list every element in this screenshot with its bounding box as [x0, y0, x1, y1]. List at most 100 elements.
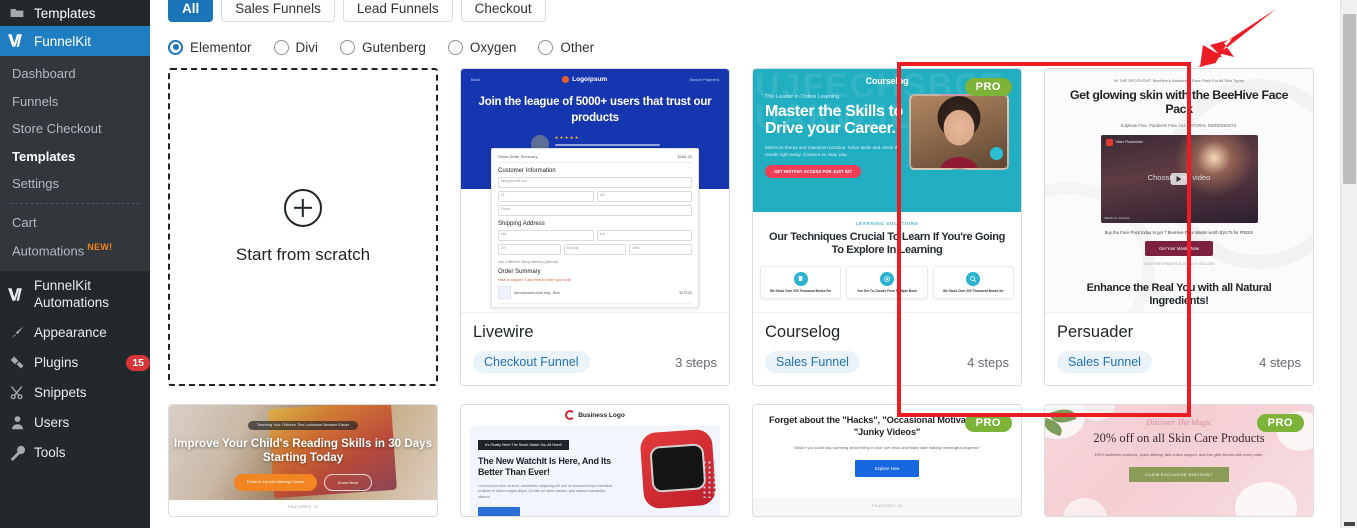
ps-secure-note: YOUR INFORMATION IS 100% SECURE: [1143, 261, 1215, 266]
watch-face: [649, 443, 707, 493]
sidebar-item-users[interactable]: Users: [0, 408, 150, 438]
lw-subtotal-label: Subtotal: [498, 307, 511, 308]
template-thumbnail-reading: Teaching Your Children This Lockdown Bec…: [169, 405, 437, 516]
lw-headline: Join the league of 5000+ users that trus…: [478, 96, 712, 124]
scrollbar-down-arrow[interactable]: [1344, 522, 1355, 526]
wrench-icon: [8, 444, 26, 462]
radio-dot-icon: [340, 39, 356, 55]
lw-back-label: Back: [471, 77, 480, 82]
folder-icon: [8, 4, 26, 22]
tab-checkout[interactable]: Checkout: [460, 0, 546, 22]
steps-count: 4 steps: [967, 354, 1009, 370]
sidebar-item-templates[interactable]: Templates: [0, 143, 150, 171]
radio-other[interactable]: Other: [538, 39, 595, 55]
tab-sales-funnels[interactable]: Sales Funnels: [221, 0, 335, 22]
target-icon: [879, 271, 894, 286]
template-card-livewire[interactable]: Back Logoipsum Secure Payment Join the l…: [460, 68, 730, 386]
radio-oxygen[interactable]: Oxygen: [447, 39, 516, 55]
sidebar-label: FunnelKit Automations: [34, 278, 110, 311]
lw-item-price: $175.31: [679, 290, 692, 295]
card-title: Livewire: [473, 323, 534, 341]
plugins-count-badge: 15: [126, 354, 150, 371]
card-footer: Courselog Sales Funnel 4 steps: [753, 312, 1021, 385]
tab-lead-funnels[interactable]: Lead Funnels: [342, 0, 453, 22]
template-card-courselog[interactable]: PRO UJFECHSBCTUAKWJLGDF Courselog The Le…: [752, 68, 1022, 386]
radio-label: Other: [560, 39, 595, 55]
template-thumbnail-persuader: IN THE SPOTLIGHT: BeeHive's Nourishing F…: [1045, 69, 1313, 312]
feature-text: We Stock Over 200 Thousand Books for: [943, 288, 1004, 293]
pro-badge: PRO: [964, 78, 1012, 96]
ps-video-footer: Watch on YouTube: [1104, 215, 1130, 220]
sidebar-item-funnelkit[interactable]: FunnelKit: [0, 26, 150, 56]
sidebar-item-templates-top[interactable]: Templates: [0, 0, 150, 26]
sidebar-item-funnels[interactable]: Funnels: [0, 88, 150, 116]
search-icon: [966, 271, 981, 286]
lw-item-name: Aerodynamic chair bag - Blue: [514, 290, 560, 295]
funnelkit-logo: [8, 33, 26, 49]
radio-label: Elementor: [190, 39, 252, 55]
start-from-scratch-card[interactable]: Start from scratch: [168, 68, 438, 386]
video-placeholder: Video Placeholder Choose your video Watc…: [1100, 134, 1258, 223]
bt4-paragraph: 100% authentic products, quick delivery,…: [1094, 452, 1264, 457]
sidebar-item-dashboard[interactable]: Dashboard: [0, 60, 150, 88]
sidebar-item-appearance[interactable]: Appearance: [0, 318, 150, 348]
vertical-scrollbar[interactable]: [1340, 0, 1357, 528]
decorative-blob: [1235, 482, 1297, 516]
sidebar-automations-label: Automations: [12, 243, 85, 259]
cl-cta-button: GET INSTANT ACCESS FOR JUST $27: [765, 164, 862, 178]
paintbrush-icon: [8, 324, 26, 342]
template-card-watch[interactable]: Business Logo It's Finally Here! The Sma…: [460, 404, 730, 517]
sidebar-item-funnelkit-automations[interactable]: FunnelKit Automations: [0, 271, 150, 318]
lw-phone-field: Phone: [498, 205, 692, 216]
scrollbar-thumb[interactable]: [1343, 14, 1356, 184]
bt1-secondary-button: Know More: [323, 473, 373, 491]
sidebar-item-automations[interactable]: Automations NEW!: [0, 236, 150, 265]
lw-order-total: $184.33: [677, 154, 692, 159]
feature-card: We Stock Over 200 Thousand Books For: [760, 265, 842, 299]
star-rating-icon: ★★★★★: [554, 135, 580, 141]
card-title: Persuader: [1057, 323, 1134, 341]
wordpress-admin-screen: Templates FunnelKit Dashboard Funnels St…: [0, 0, 1357, 528]
sidebar-item-snippets[interactable]: Snippets: [0, 378, 150, 408]
lw-last-name-field: WB: [596, 191, 692, 202]
bt2-button: [478, 506, 520, 516]
sidebar-item-settings[interactable]: Settings: [0, 170, 150, 198]
lw-order-summary: Show Order Summary: [498, 154, 538, 159]
tab-all[interactable]: All: [168, 0, 214, 22]
bt2-paragraph: Lorem ipsum dolor sit amet, consectetur …: [478, 483, 613, 500]
template-card-reading[interactable]: Teaching Your Children This Lockdown Bec…: [168, 404, 438, 517]
radio-elementor[interactable]: Elementor: [168, 39, 252, 55]
sidebar-item-cart[interactable]: Cart: [0, 209, 150, 237]
sidebar-item-store-checkout[interactable]: Store Checkout: [0, 115, 150, 143]
sidebar-label: Snippets: [34, 385, 87, 401]
decorative-blob: [1063, 498, 1107, 516]
ps-headline2: Enhance the Real You with all Natural In…: [1086, 281, 1272, 307]
plus-circle-icon: [284, 189, 322, 227]
bt1-tag: Teaching Your Children This Lockdown Bec…: [247, 420, 359, 430]
feature-card: We Stock Over 200 Thousand Books for: [932, 265, 1014, 299]
card-footer: Livewire Checkout Funnel 3 steps: [461, 312, 729, 385]
funnelkit-submenu: Dashboard Funnels Store Checkout Templat…: [0, 56, 150, 272]
template-card-hacks[interactable]: PRO Forget about the "Hacks", "Occasiona…: [752, 404, 1022, 517]
funnel-type-badge: Sales Funnel: [765, 351, 860, 373]
funnel-type-badge: Sales Funnel: [1057, 351, 1152, 373]
pro-badge: PRO: [1256, 414, 1304, 432]
sidebar-item-tools[interactable]: Tools: [0, 438, 150, 468]
bt2-headline: The New WatchIt Is Here, And Its Better …: [478, 456, 611, 478]
radio-gutenberg[interactable]: Gutenberg: [340, 39, 426, 55]
bt1-featured-in: FEATURED IN: [169, 500, 437, 516]
radio-divi[interactable]: Divi: [273, 39, 318, 55]
sidebar-label: Users: [34, 415, 70, 431]
sidebar-item-plugins[interactable]: Plugins 15: [0, 348, 150, 378]
logoipsum-icon: [562, 76, 570, 83]
bt4-button: CLAIM EXCLUSIVE DISCOUNT: [1129, 466, 1229, 482]
pro-badge: PRO: [964, 414, 1012, 432]
template-card-skincare[interactable]: PRO Discover The Magic 20% off on all Sk…: [1044, 404, 1314, 517]
ps-cta-button: Get Your Masks Now: [1144, 240, 1214, 256]
lw-secure: Secure Payment: [689, 77, 719, 82]
ps-cta-text: Buy the Face Pack today to get 7 BeeHive…: [1104, 229, 1254, 235]
template-card-persuader[interactable]: IN THE SPOTLIGHT: BeeHive's Nourishing F…: [1044, 68, 1314, 386]
lw-email-field: billing@email.com: [498, 177, 692, 188]
user-icon: [8, 414, 26, 432]
template-thumbnail-watch: Business Logo It's Finally Here! The Sma…: [461, 405, 729, 516]
